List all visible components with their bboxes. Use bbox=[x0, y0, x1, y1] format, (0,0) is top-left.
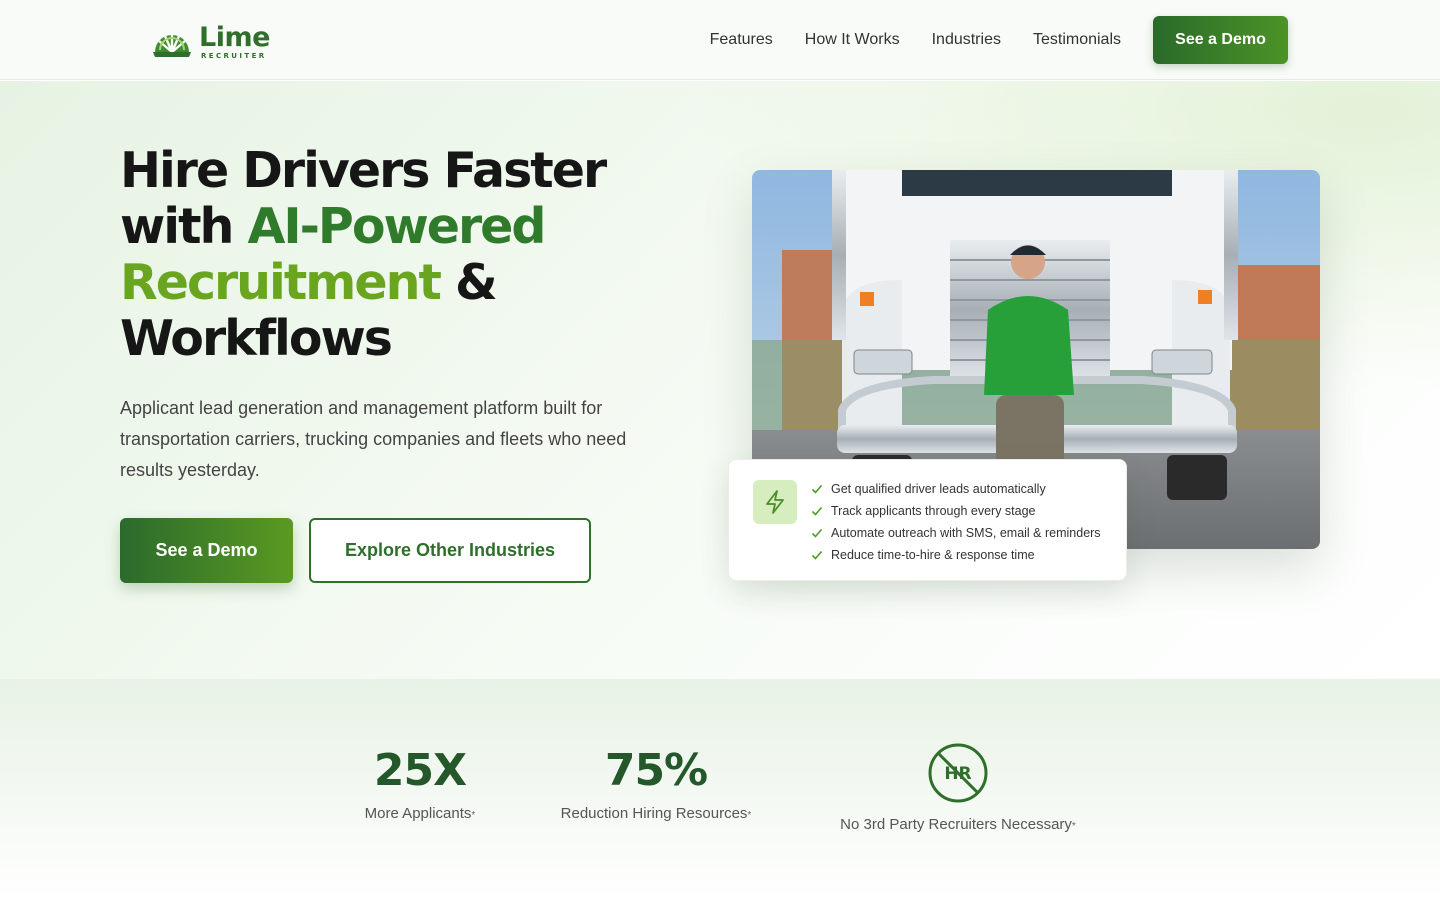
stat-value: 75% bbox=[604, 745, 708, 796]
hero-title-highlight-recruitment: Recruitment bbox=[120, 254, 442, 311]
stat-footnote-mark: * bbox=[747, 810, 752, 821]
lime-logo-icon bbox=[153, 34, 191, 57]
list-item: Reduce time-to-hire & response time bbox=[811, 544, 1101, 566]
nav-link-features[interactable]: Features bbox=[710, 31, 773, 49]
hero-title-amp: & bbox=[439, 254, 498, 311]
hero-see-demo-button[interactable]: See a Demo bbox=[120, 518, 293, 583]
feature-item-text: Reduce time-to-hire & response time bbox=[831, 548, 1035, 562]
stat-label: No 3rd Party Recruiters Necessary* bbox=[820, 816, 1096, 833]
site-header: Lime RECRUITER Features How It Works Ind… bbox=[0, 0, 1440, 80]
stat-hiring-resources: 75% Reduction Hiring Resources* bbox=[536, 745, 776, 822]
check-icon bbox=[811, 484, 823, 494]
feature-item-text: Get qualified driver leads automatically bbox=[831, 482, 1046, 496]
stat-label-text: No 3rd Party Recruiters Necessary bbox=[840, 816, 1072, 833]
stat-no-recruiters: HR No 3rd Party Recruiters Necessary* bbox=[820, 742, 1096, 833]
feature-item-text: Automate outreach with SMS, email & remi… bbox=[831, 526, 1101, 540]
nav-link-how-it-works[interactable]: How It Works bbox=[805, 31, 900, 49]
stat-label: More Applicants* bbox=[340, 805, 500, 822]
lightning-bolt-icon bbox=[766, 490, 784, 514]
stat-footnote-mark: * bbox=[471, 810, 476, 821]
stat-label-text: More Applicants bbox=[364, 805, 472, 822]
list-item: Automate outreach with SMS, email & remi… bbox=[811, 522, 1101, 544]
feature-list: Get qualified driver leads automatically… bbox=[811, 478, 1101, 566]
hero-title: Hire Drivers Faster with AI-Powered Recr… bbox=[120, 143, 680, 367]
hero-description: Applicant lead generation and management… bbox=[120, 398, 627, 480]
no-hr-icon: HR bbox=[928, 743, 988, 803]
brand-logo[interactable]: Lime RECRUITER bbox=[151, 22, 271, 62]
hero-title-with: with bbox=[120, 198, 248, 255]
feature-card: Get qualified driver leads automatically… bbox=[728, 459, 1127, 581]
stats-section: 25X More Applicants* 75% Reduction Hirin… bbox=[0, 679, 1440, 900]
nav-see-demo-button[interactable]: See a Demo bbox=[1153, 16, 1288, 64]
nav-link-testimonials[interactable]: Testimonials bbox=[1033, 31, 1121, 49]
explore-industries-button[interactable]: Explore Other Industries bbox=[309, 518, 591, 583]
main-nav: Features How It Works Industries Testimo… bbox=[710, 0, 1288, 80]
hero-title-line1: Hire Drivers Faster bbox=[120, 142, 607, 199]
brand-tagline: RECRUITER bbox=[201, 52, 267, 60]
check-icon bbox=[811, 506, 823, 516]
stat-applicants: 25X More Applicants* bbox=[340, 745, 500, 822]
check-icon bbox=[811, 550, 823, 560]
stat-value: 25X bbox=[373, 745, 467, 796]
feature-item-text: Track applicants through every stage bbox=[831, 504, 1036, 518]
brand-name: Lime bbox=[199, 22, 270, 53]
nav-link-industries[interactable]: Industries bbox=[932, 31, 1001, 49]
list-item: Track applicants through every stage bbox=[811, 500, 1101, 522]
stat-label-text: Reduction Hiring Resources bbox=[560, 805, 748, 822]
hero-title-highlight-ai: AI-Powered bbox=[247, 198, 546, 255]
stat-label: Reduction Hiring Resources* bbox=[536, 805, 776, 822]
list-item: Get qualified driver leads automatically bbox=[811, 478, 1101, 500]
check-icon bbox=[811, 528, 823, 538]
hero-section: Hire Drivers Faster with AI-Powered Recr… bbox=[0, 81, 1440, 679]
stat-footnote-mark: * bbox=[1071, 821, 1076, 832]
feature-card-badge bbox=[753, 480, 797, 524]
hero-title-line4: Workflows bbox=[120, 310, 393, 367]
